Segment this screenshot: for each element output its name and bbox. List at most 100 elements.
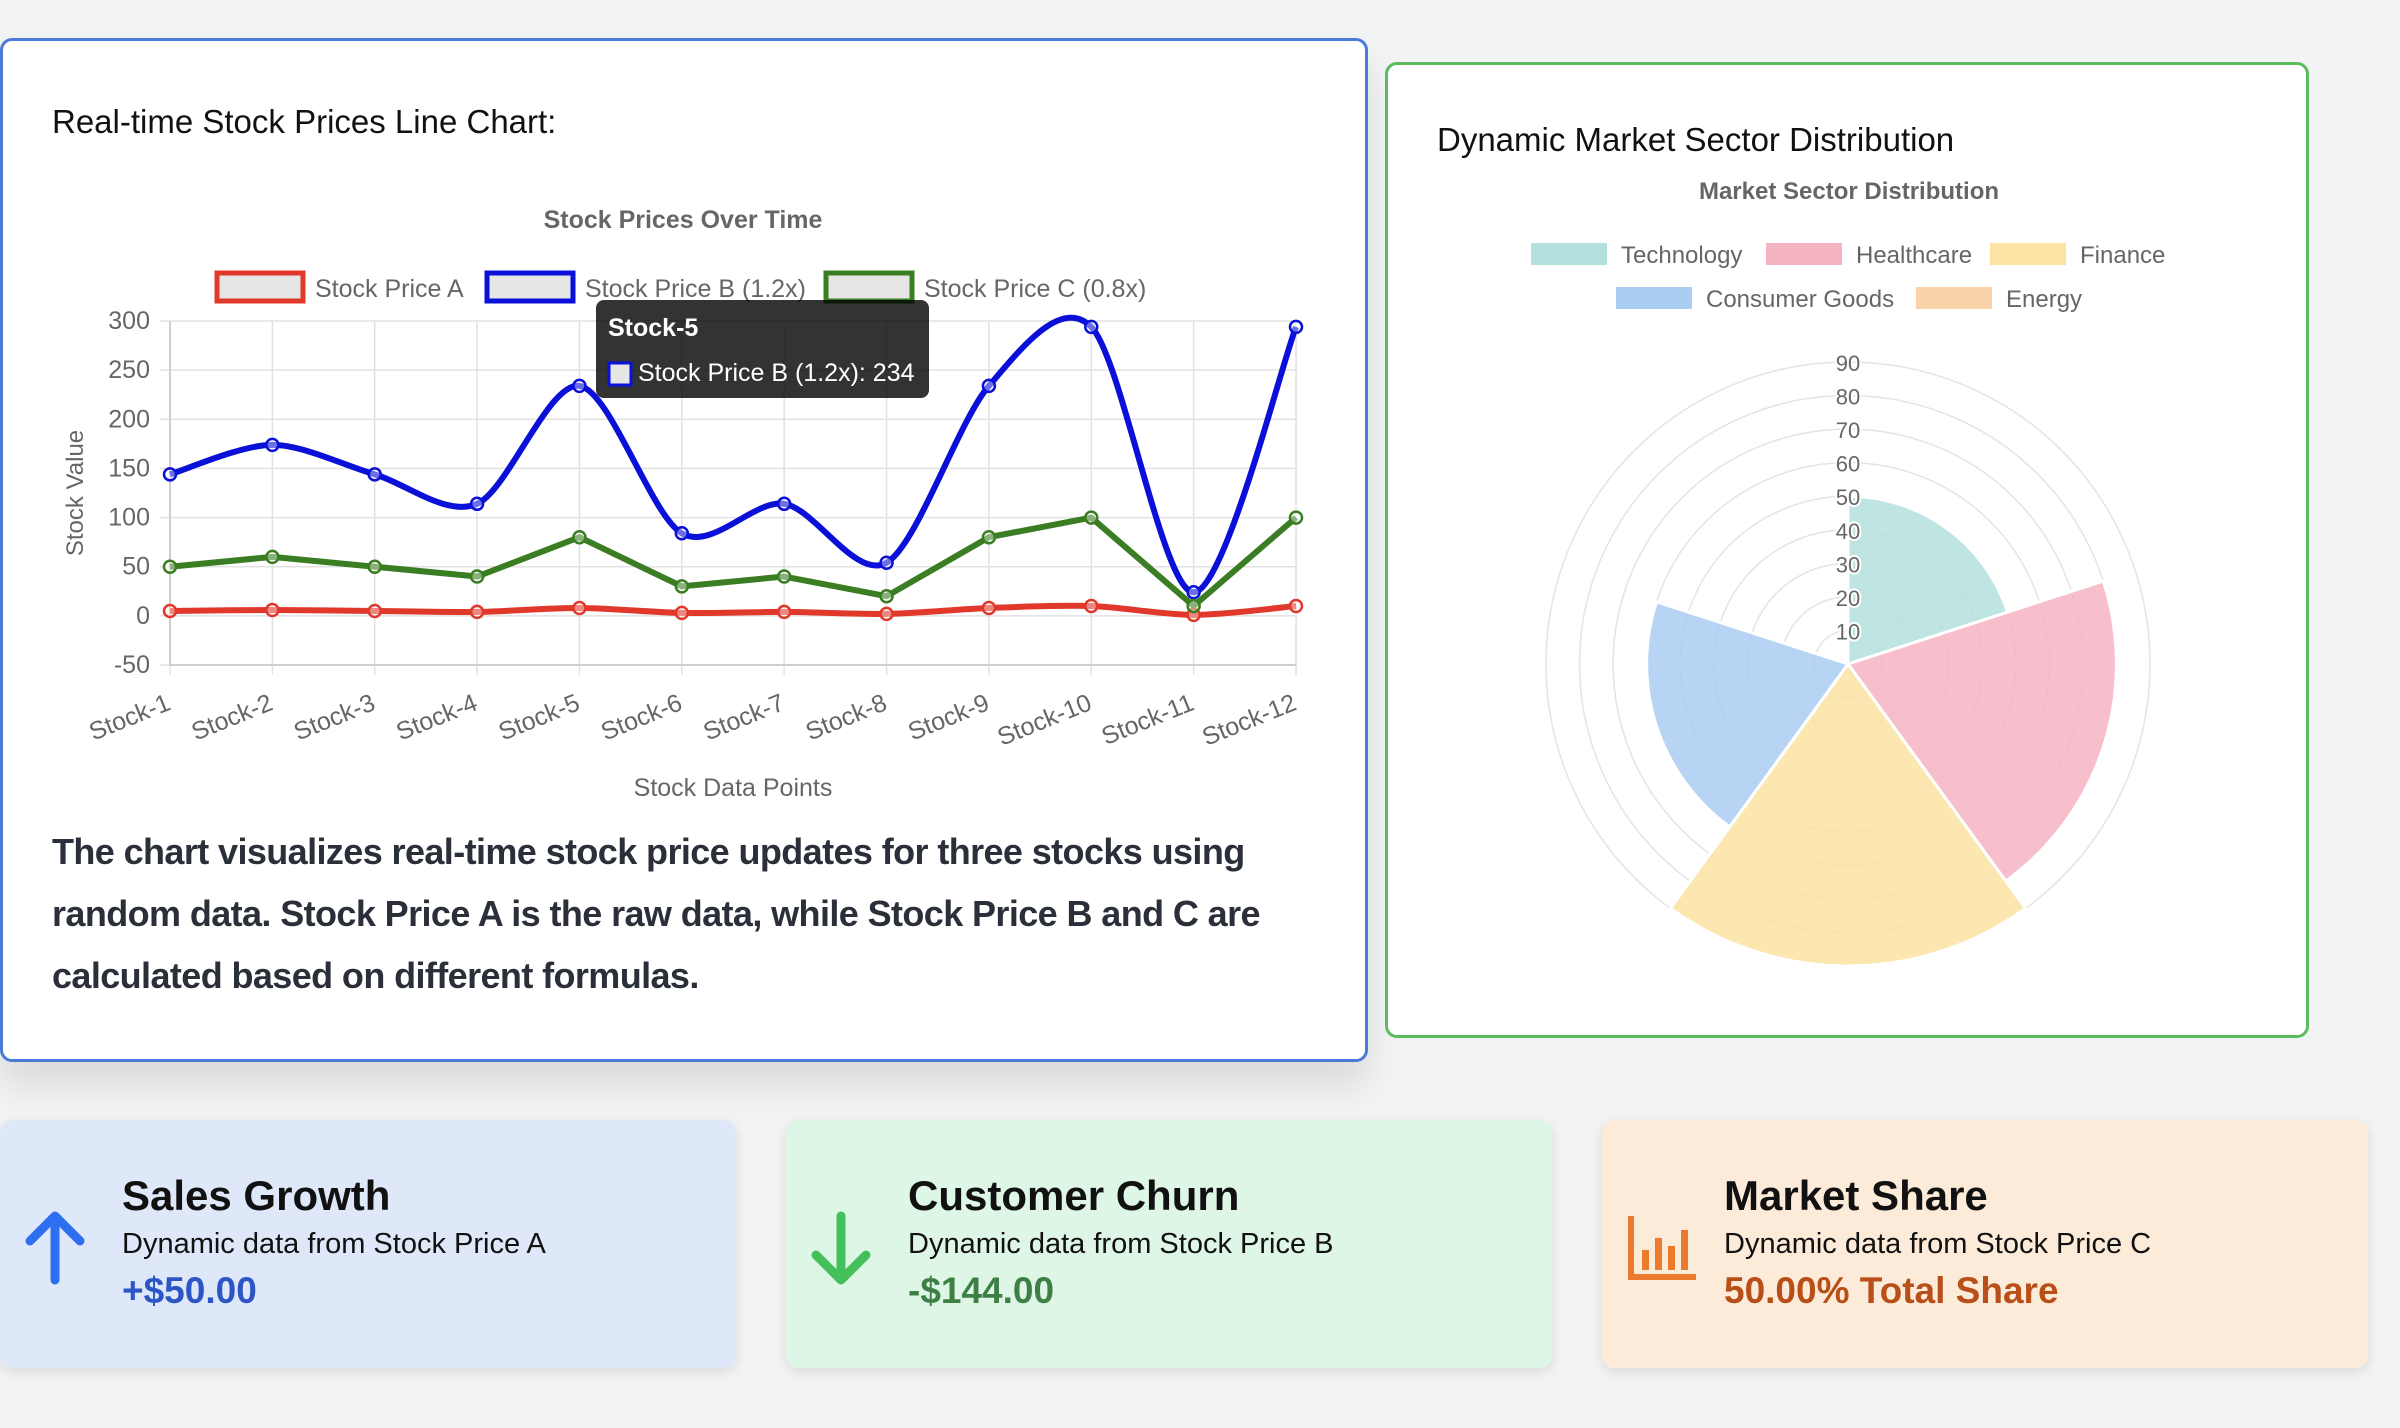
radial-tick-label: 50 [1836,485,1860,510]
x-tick-label: Stock-9 [904,689,993,747]
data-point [572,378,587,394]
data-point [1186,598,1201,614]
data-point [981,529,997,545]
x-tick-label: Stock-12 [1198,689,1300,752]
legend-swatch [1990,243,2066,265]
radial-tick-label: 40 [1836,519,1860,544]
legend-label: Stock Price B (1.2x) [585,275,806,303]
stat-value: -$144.00 [908,1270,1055,1311]
data-point [674,579,690,594]
data-point [367,559,382,574]
stat-value: 50.00% Total Share [1724,1270,2059,1311]
data-point [367,603,382,619]
data-point [1288,319,1304,335]
chart-tooltip: Stock-5 Stock Price B (1.2x): 234 [596,300,929,398]
data-point [1288,598,1304,614]
x-tick-label: Stock-10 [994,689,1096,752]
y-tick-label: -50 [114,651,150,679]
legend-label: Energy [2006,286,2082,313]
chart-title: Market Sector Distribution [1699,178,1999,205]
arrow-up-icon [25,1211,85,1285]
y-tick-label: 50 [122,553,150,581]
data-point [1288,510,1304,525]
tooltip-title: Stock-5 [608,314,698,342]
y-tick-label: 100 [108,504,150,532]
radial-tick-label: 60 [1836,452,1860,477]
stat-title: Customer Churn [908,1172,1240,1219]
data-point [265,437,280,453]
data-point [776,569,792,584]
series-line [169,514,1298,610]
data-point [879,588,894,604]
stat-value: +$50.00 [122,1270,257,1311]
data-point [776,496,792,512]
stat-subtitle: Dynamic data from Stock Price C [1724,1228,2152,1260]
x-tick-label: Stock-5 [495,689,584,747]
tooltip-swatch [607,361,633,387]
data-point [265,602,280,618]
data-point [776,604,792,620]
stock-line-chart-card: Real-time Stock Prices Line Chart: Stock… [0,38,1368,1062]
sector-polar-chart-card: Dynamic Market Sector Distribution Marke… [1385,62,2309,1038]
data-point [572,529,587,545]
x-tick-label: Stock-2 [188,689,277,747]
data-point [1186,585,1201,600]
data-point [265,549,280,565]
data-point [1084,319,1099,335]
data-point [469,604,485,620]
legend-swatch [1616,287,1692,309]
x-tick-label: Stock-4 [392,689,481,747]
stat-subtitle: Dynamic data from Stock Price A [122,1228,546,1260]
y-axis-title: Stock Value [62,430,89,556]
data-point [981,378,997,394]
series-line [169,602,1297,618]
bar-chart-icon [1628,1216,1696,1280]
data-point [879,555,894,571]
legend-swatch [1766,243,1842,265]
radial-tick-label: 80 [1836,385,1860,410]
sector-polar-chart[interactable]: Market Sector Distribution Technology Heal… [1388,65,2306,1035]
radial-tick-label: 70 [1836,418,1860,443]
y-tick-label: 200 [108,405,150,433]
radial-tick-label: 30 [1836,552,1860,577]
legend-swatch [484,270,576,304]
radial-tick-label: 20 [1836,586,1860,611]
legend-label: Healthcare [1856,242,1972,269]
market-share-card: Market Share Dynamic data from Stock Pri… [1602,1120,2368,1368]
radial-tick-label: 10 [1836,619,1860,644]
data-point [1084,510,1099,525]
stat-title: Sales Growth [122,1172,391,1219]
data-point [981,600,997,616]
radial-tick-label: 90 [1836,351,1860,376]
data-point [1084,598,1099,614]
x-tick-label: Stock-7 [699,689,788,747]
y-tick-label: 0 [136,602,150,630]
legend-label: Stock Price A [315,275,464,303]
y-tick-label: 300 [108,307,150,335]
legend-swatch [214,270,306,304]
legend-label: Finance [2080,242,2165,269]
data-point [674,605,690,621]
arrow-down-icon [811,1211,871,1285]
data-point [162,467,178,482]
x-tick-label: Stock-6 [597,689,686,747]
legend-label: Stock Price C (0.8x) [924,275,1146,303]
data-point [674,526,690,541]
x-tick-label: Stock-3 [290,689,379,747]
legend-swatch [1531,243,1607,265]
x-tick-label: Stock-8 [802,689,891,747]
sales-growth-card: Sales Growth Dynamic data from Stock Pri… [0,1120,736,1368]
stat-title: Market Share [1724,1172,1988,1219]
legend-label: Consumer Goods [1706,286,1894,313]
legend-label: Technology [1621,242,1742,269]
x-tick-label: Stock-1 [85,689,174,747]
data-point [572,600,587,616]
customer-churn-card: Customer Churn Dynamic data from Stock P… [786,1120,1552,1368]
y-tick-label: 250 [108,356,150,384]
chart-title: Stock Prices Over Time [544,206,823,234]
data-point [469,569,485,584]
data-point [469,496,485,512]
x-axis-title: Stock Data Points [634,774,833,802]
data-point [879,606,894,622]
legend-swatch [1916,287,1992,309]
